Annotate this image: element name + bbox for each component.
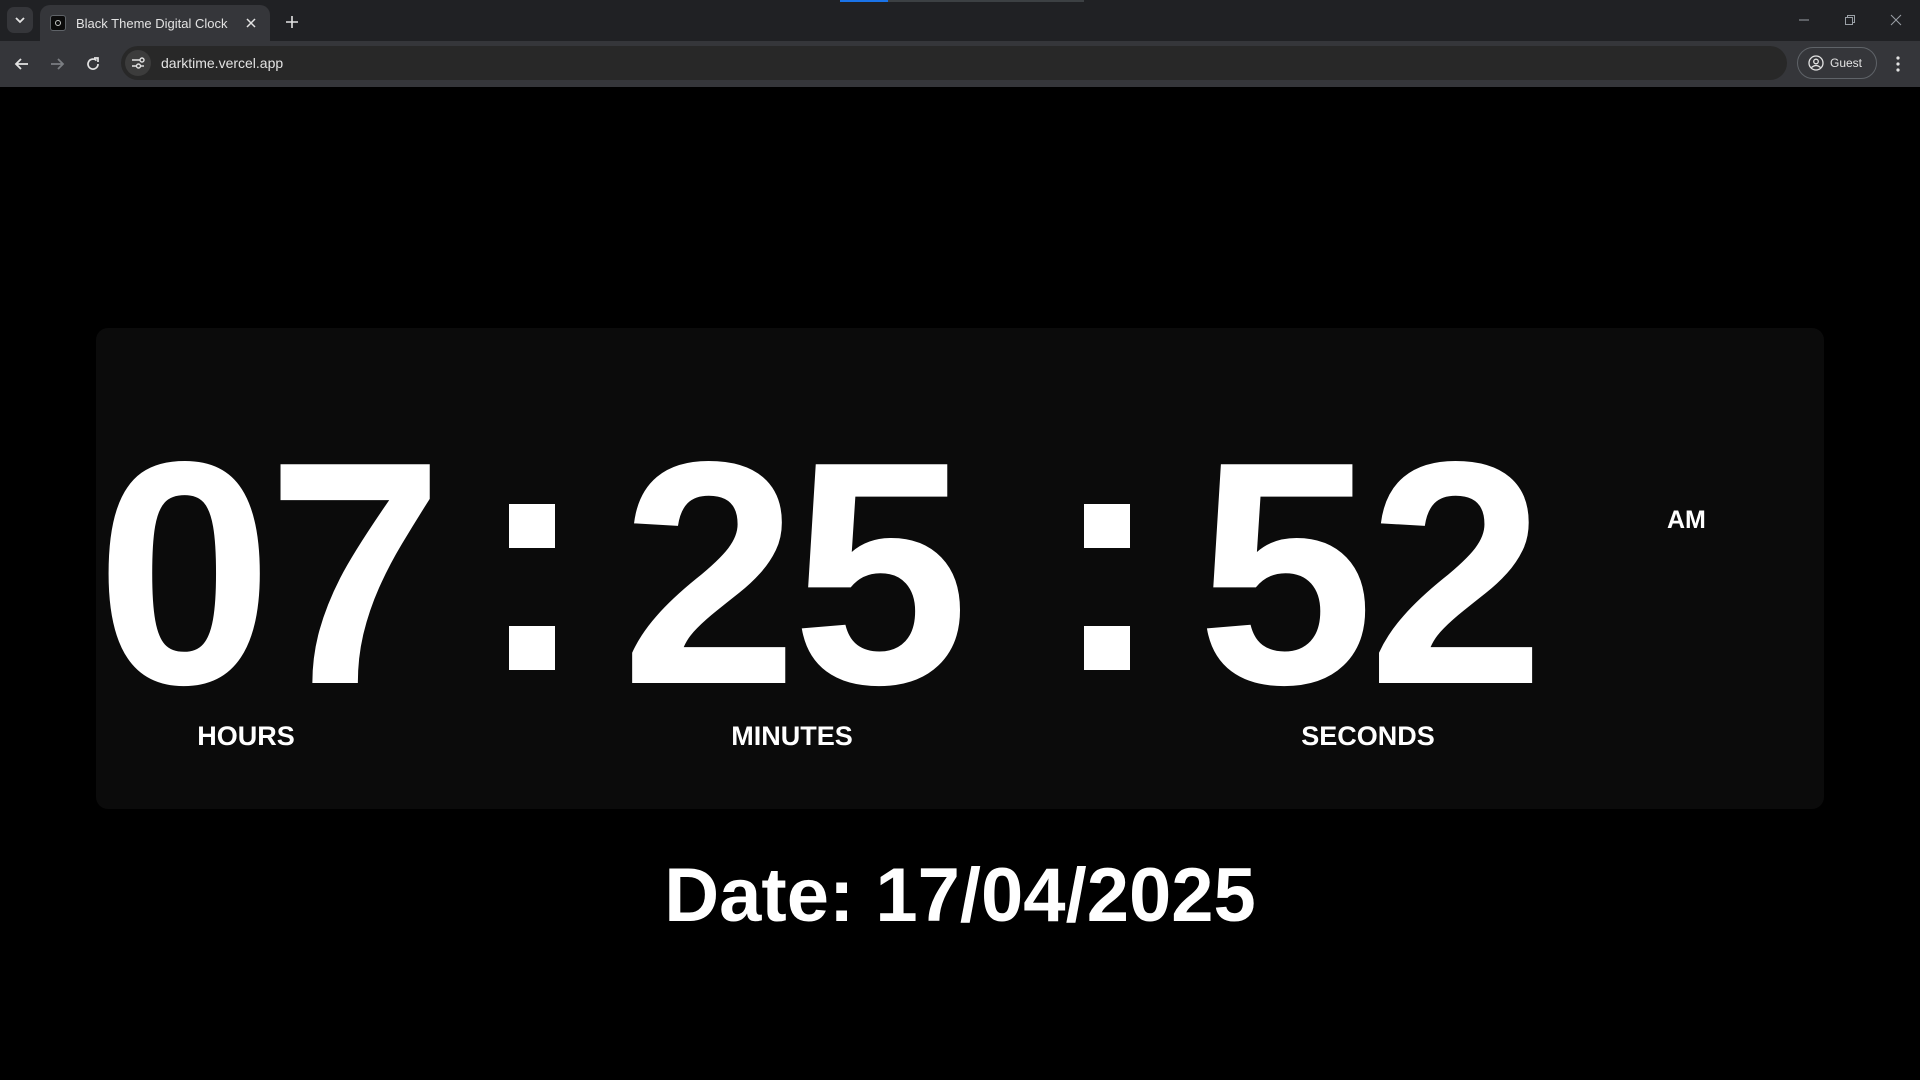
favicon-icon	[50, 15, 66, 31]
window-close-button[interactable]	[1873, 0, 1919, 40]
hours-group: 07 HOURS	[96, 328, 444, 809]
minutes-label: MINUTES	[731, 721, 853, 751]
seconds-group: 52 SECONDS	[1193, 328, 1545, 809]
address-bar[interactable]: darktime.vercel.app	[121, 46, 1787, 80]
browser-menu-button[interactable]	[1884, 50, 1912, 78]
url-text: darktime.vercel.app	[161, 55, 284, 71]
minutes-group: 25 MINUTES	[619, 328, 969, 809]
hours-value: 07	[96, 396, 444, 751]
close-icon	[246, 18, 256, 28]
active-tab[interactable]: Black Theme Digital Clock	[40, 5, 270, 41]
site-info-button[interactable]	[125, 50, 151, 76]
reload-icon	[87, 57, 99, 70]
tab-search-button[interactable]	[7, 7, 33, 33]
tune-icon	[132, 57, 145, 69]
colon-separator	[509, 504, 555, 670]
seconds-label: SECONDS	[1301, 721, 1435, 751]
tab-strip: Black Theme Digital Clock	[0, 0, 1920, 41]
clock-card: 07 HOURS 25 MINUTES 52 SECONDS AM	[96, 328, 1824, 809]
loading-track	[888, 0, 1084, 2]
more-vert-icon	[1896, 56, 1900, 72]
profile-button[interactable]: Guest	[1797, 47, 1877, 79]
tab-title: Black Theme Digital Clock	[76, 15, 228, 31]
reload-button[interactable]	[79, 50, 107, 78]
restore-button[interactable]	[1827, 0, 1873, 40]
hours-label: HOURS	[197, 721, 295, 751]
minimize-button[interactable]	[1781, 0, 1827, 40]
am-pm-indicator: AM	[1667, 506, 1706, 534]
minutes-value: 25	[621, 396, 969, 751]
back-button[interactable]	[8, 50, 36, 78]
minimize-icon	[1799, 19, 1809, 21]
forward-button[interactable]	[43, 50, 71, 78]
arrow-left-icon	[14, 58, 28, 70]
seconds-value: 52	[1197, 396, 1545, 751]
account-circle-icon	[1808, 55, 1824, 71]
page-viewport: 07 HOURS 25 MINUTES 52 SECONDS AM Date: …	[0, 87, 1920, 1080]
plus-icon	[286, 16, 298, 28]
colon-separator	[1084, 504, 1130, 670]
new-tab-button[interactable]	[279, 9, 305, 35]
arrow-right-icon	[51, 58, 65, 70]
date-display: Date: 17/04/2025	[664, 853, 1256, 938]
loading-indicator	[840, 0, 888, 2]
tab-close-button[interactable]	[242, 14, 260, 32]
close-icon	[1890, 14, 1902, 26]
browser-toolbar: darktime.vercel.app Guest	[0, 41, 1920, 87]
chevron-down-icon	[15, 17, 25, 24]
profile-label: Guest	[1830, 56, 1863, 70]
restore-icon	[1845, 15, 1855, 25]
